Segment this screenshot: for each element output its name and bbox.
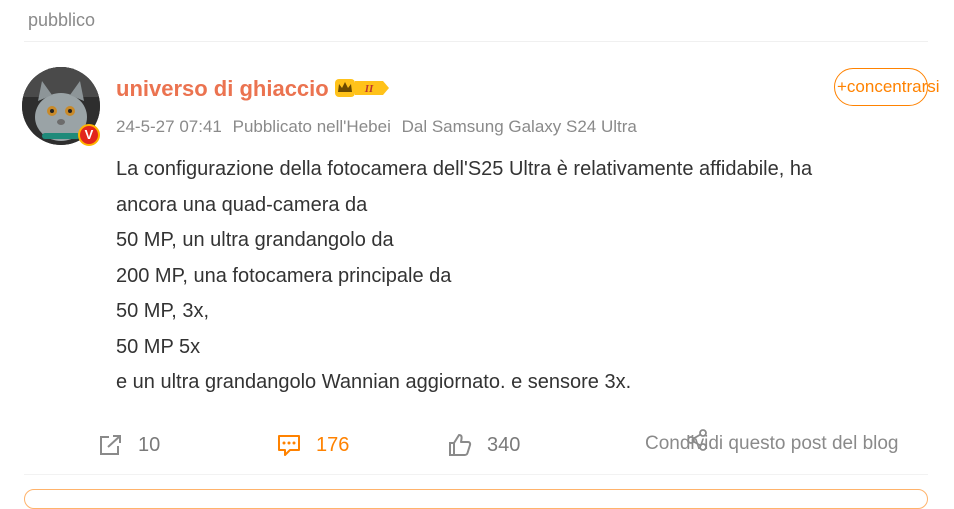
post-device[interactable]: Dal Samsung Galaxy S24 Ultra [402, 117, 637, 136]
content-line: e un ultra grandangolo Wannian aggiornat… [116, 371, 632, 393]
content-line: 50 MP, un ultra grandangolo da [116, 229, 394, 251]
level-badge-text: II [364, 83, 374, 95]
post-meta: 24-5-27 07:41 Pubblicato nell'Hebei Dal … [116, 117, 643, 137]
like-count: 340 [487, 433, 521, 456]
content-line: La configurazione della fotocamera dell'… [116, 158, 813, 180]
content-line: ancora una quad-camera da [116, 193, 368, 216]
post-location: Pubblicato nell'Hebei [232, 117, 391, 136]
username[interactable]: universo di ghiaccio [116, 76, 329, 102]
next-card-edge [24, 489, 928, 509]
verified-v-icon: V [78, 124, 100, 146]
like-icon [449, 434, 472, 456]
divider [24, 474, 928, 475]
follow-label: +concentrarsi [837, 77, 940, 96]
like-button[interactable]: 340 [447, 425, 520, 465]
crown-badge-icon[interactable]: II [333, 76, 391, 100]
comment-count: 176 [316, 433, 350, 456]
repost-button[interactable]: 10 [98, 425, 160, 465]
content-line: 200 MP, una fotocamera principale da [116, 264, 452, 287]
share-icon [685, 429, 711, 457]
post-date[interactable]: 24-5-27 07:41 [116, 117, 222, 136]
repost-icon [100, 435, 121, 455]
share-post-button[interactable]: Condividi questo post del blog [645, 429, 899, 455]
divider [24, 41, 928, 42]
repost-count: 10 [138, 433, 161, 456]
section-label: pubblico [28, 10, 96, 30]
comment-icon [278, 435, 300, 456]
post-content: La configurazione della fotocamera dell'… [116, 152, 916, 401]
content-line: 50 MP 5x [116, 335, 201, 358]
comment-button[interactable]: 176 [276, 425, 349, 465]
share-label: Condividi questo post del blog [645, 433, 899, 454]
content-line: 50 MP, 3x, [116, 300, 210, 322]
follow-button[interactable]: +concentrarsi [834, 68, 940, 106]
